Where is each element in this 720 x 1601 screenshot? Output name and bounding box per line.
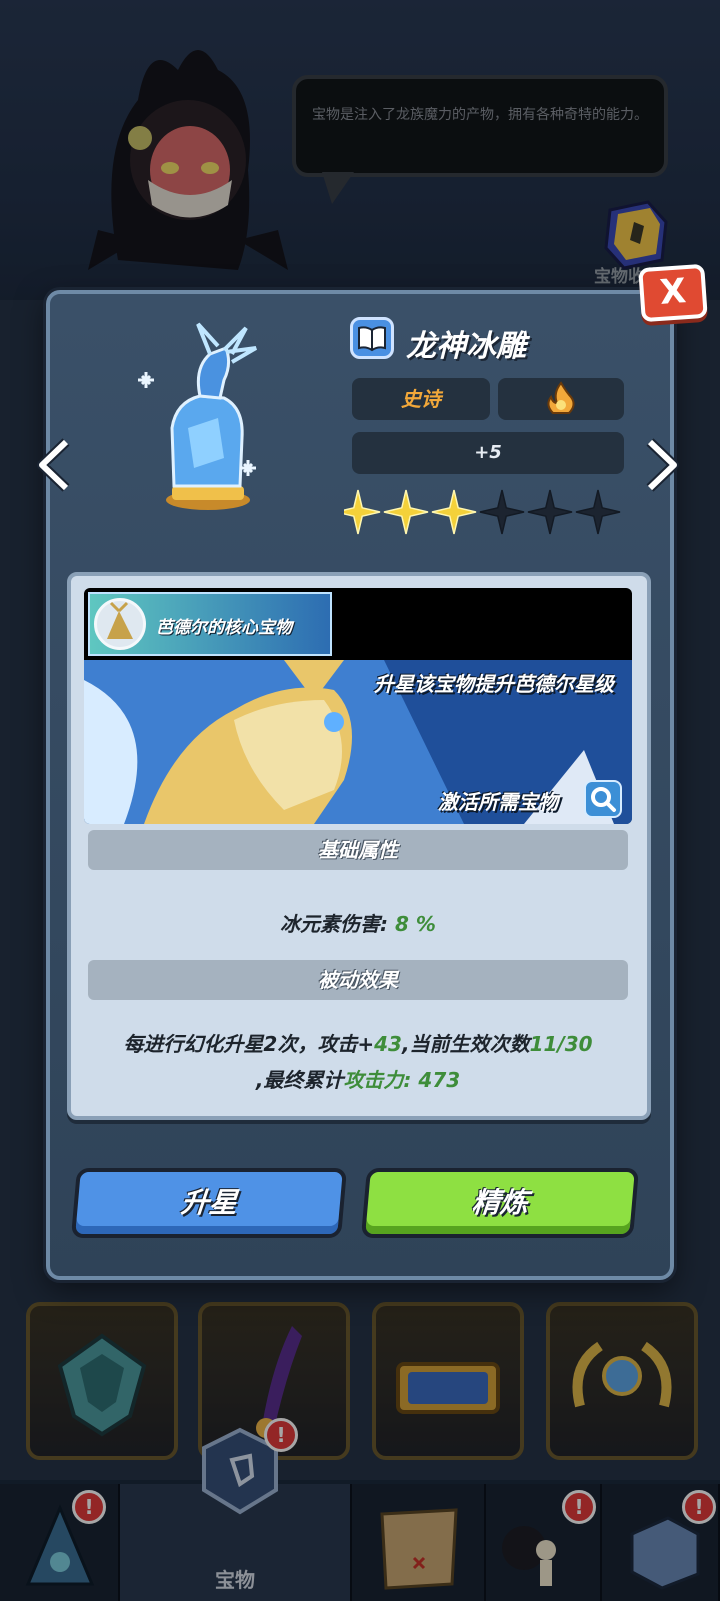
base-attr-line: 冰元素伤害: 8 % [88, 908, 628, 937]
hero-portrait-icon [94, 598, 146, 650]
passive-line-1: 每进行幻化升星2次，攻击+43,当前生效次数11/30 [88, 1028, 628, 1057]
core-treasure-tag: 芭德尔的核心宝物 [88, 592, 332, 656]
base-attr-label: 冰元素伤害: [280, 912, 396, 936]
prev-arrow-icon[interactable] [36, 438, 76, 492]
fire-element-icon [547, 381, 575, 414]
close-button[interactable]: X [638, 263, 708, 323]
rarity-badge: 史诗 [352, 378, 490, 420]
passive-header: 被动效果 [88, 960, 628, 1000]
star-filled-icon [383, 489, 429, 535]
enhance-level: +5 [352, 432, 624, 474]
treasure-title: 龙神冰雕 [406, 329, 526, 364]
core-treasure-text: 芭德尔的核心宝物 [156, 618, 292, 638]
refine-button[interactable]: 精炼 [360, 1168, 640, 1238]
passive-prefix: 每进行幻化升星2次，攻击+ [123, 1032, 375, 1056]
next-arrow-icon[interactable] [640, 438, 680, 492]
star-empty-icon [575, 489, 621, 535]
passive-prefix2: ,最终累计 [255, 1068, 344, 1092]
dragon-ice-statue-icon [138, 322, 258, 510]
base-attr-value: 8 % [395, 912, 436, 936]
banner-upgrade-text: 升星该宝物提升芭德尔星级 [374, 672, 614, 696]
base-attr-header: 基础属性 [88, 830, 628, 870]
search-icon [591, 787, 616, 812]
close-icon: X [658, 271, 688, 313]
star-rating [344, 489, 621, 535]
passive-atk-gain: 43 [374, 1032, 402, 1056]
banner-required-text: 激活所需宝物 [438, 790, 558, 814]
passive-total: 攻击力: 473 [343, 1068, 461, 1092]
element-badge [498, 378, 624, 420]
star-filled-icon [344, 489, 381, 535]
star-empty-icon [479, 489, 525, 535]
star-empty-icon [527, 489, 573, 535]
passive-line-2: ,最终累计攻击力: 473 [88, 1064, 628, 1093]
magnify-button[interactable] [584, 780, 622, 818]
core-treasure-banner[interactable]: 芭德尔的核心宝物 升星该宝物提升芭德尔星级 激活所需宝物 [84, 588, 632, 824]
star-filled-icon [431, 489, 477, 535]
passive-count: 11/30 [529, 1032, 593, 1056]
book-icon[interactable] [350, 317, 394, 359]
passive-mid: ,当前生效次数 [401, 1032, 530, 1056]
upgrade-star-button[interactable]: 升星 [70, 1168, 348, 1238]
